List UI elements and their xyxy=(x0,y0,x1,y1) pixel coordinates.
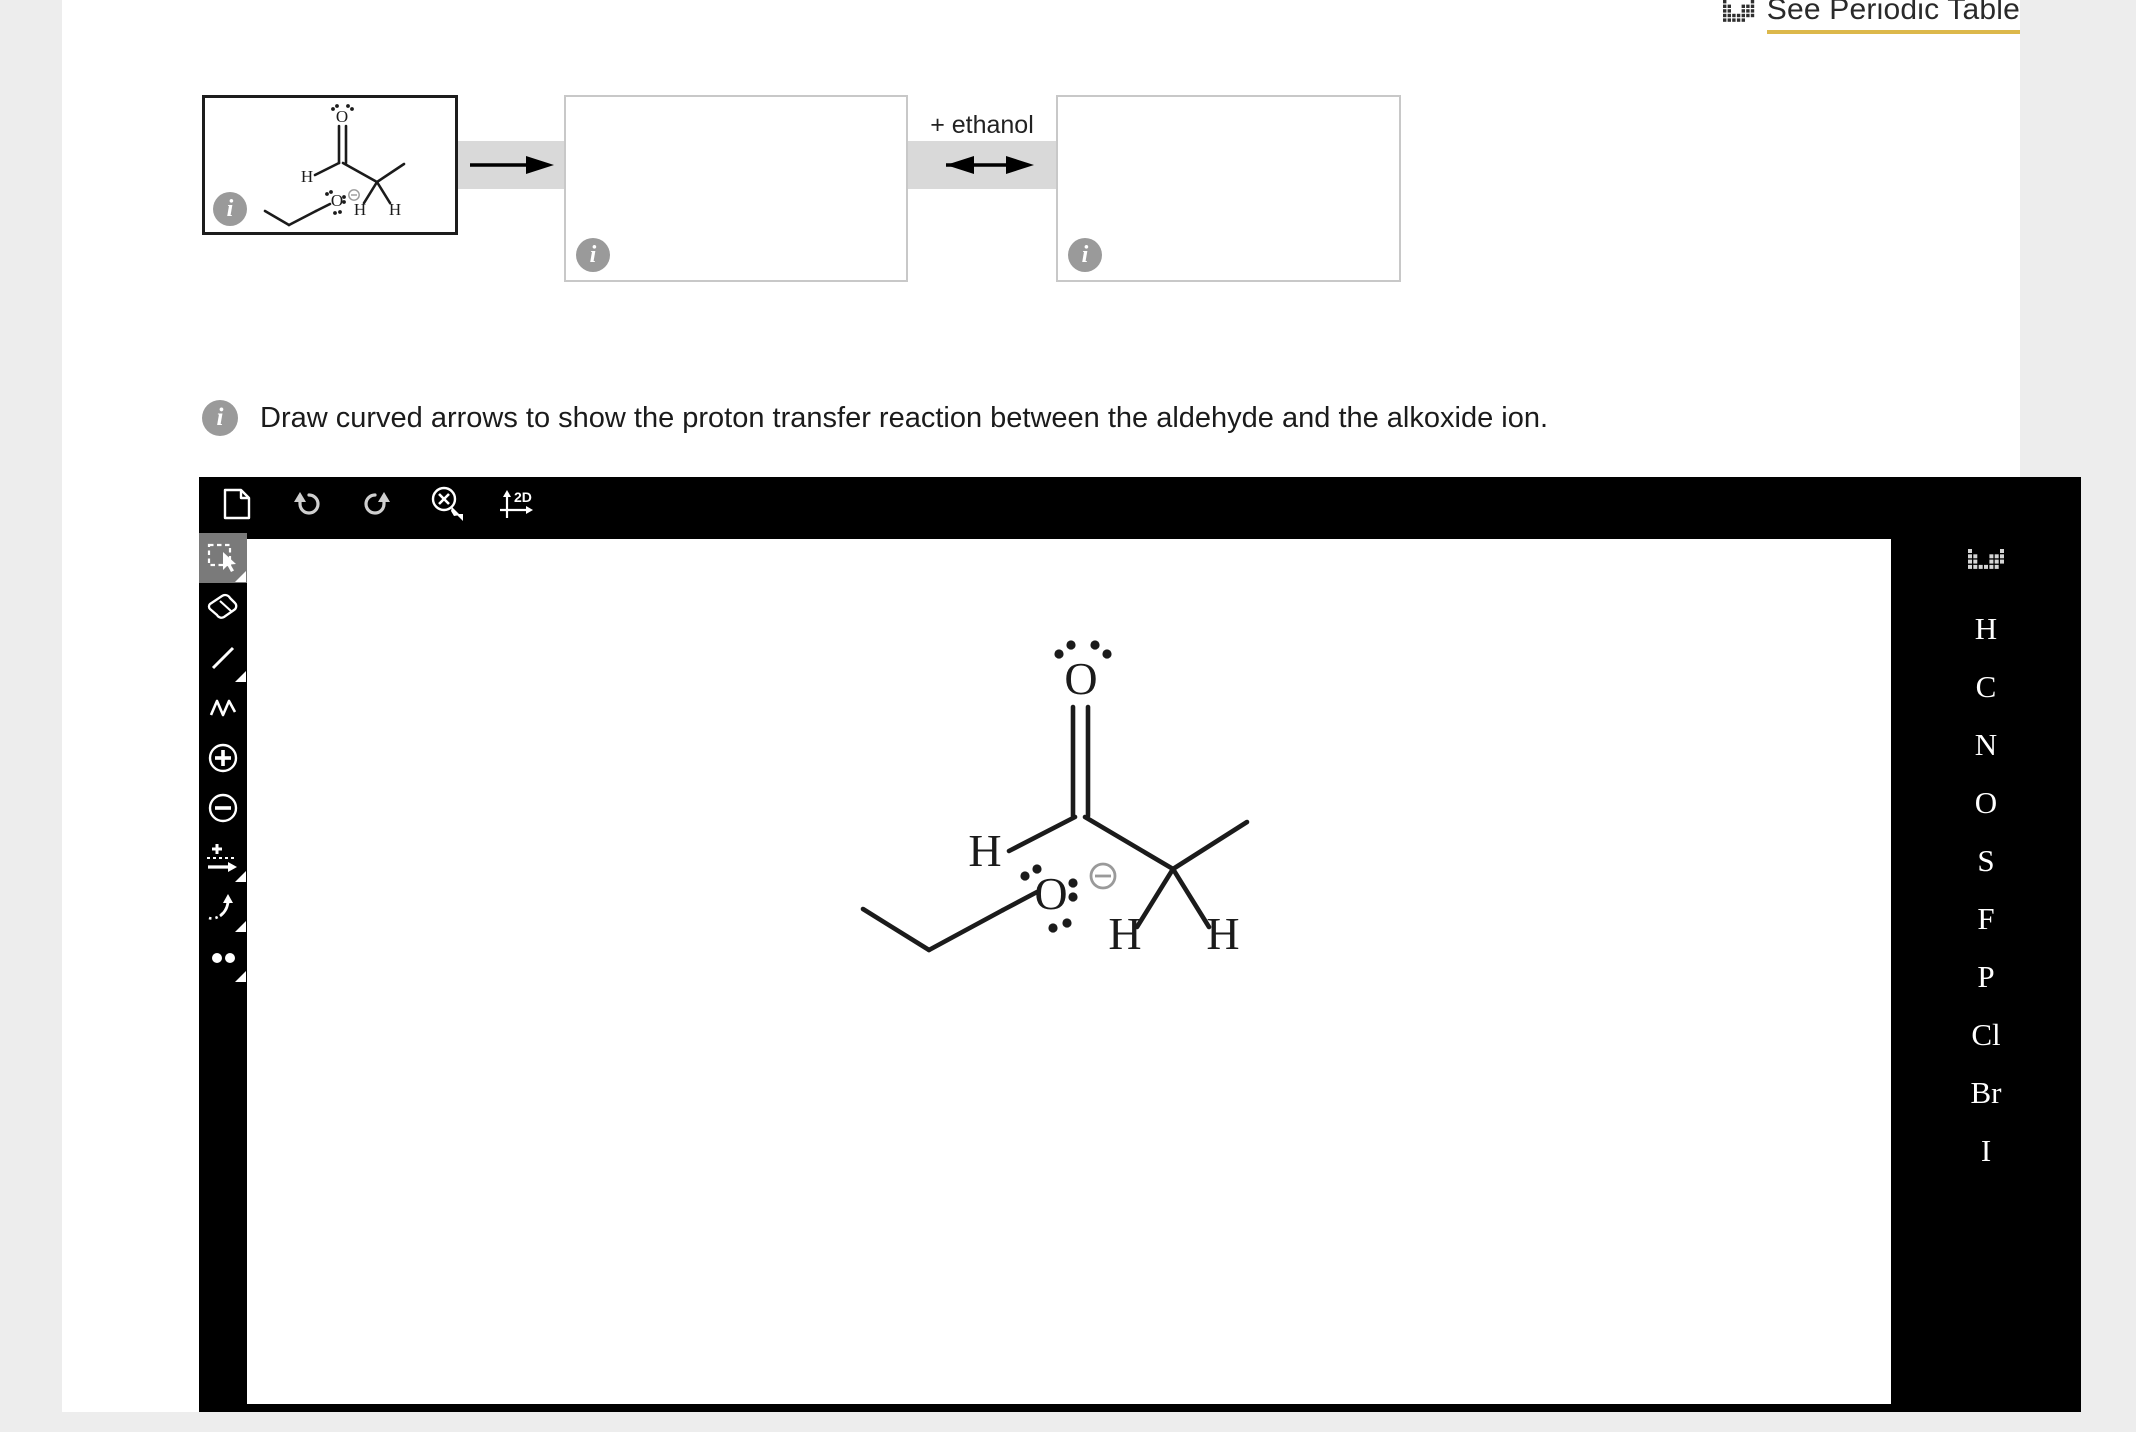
forward-arrow-icon xyxy=(470,156,554,174)
molecule-drawing-editor: 2D O H H H O H C N O S F P Cl Br I xyxy=(199,477,2081,1412)
lone-pair-tool[interactable] xyxy=(199,933,247,983)
single-bond-icon xyxy=(211,646,235,670)
plus-reaction-arrow-icon xyxy=(207,844,237,872)
reaction-scheme: O H H H O i i + ethanol i xyxy=(202,95,1502,282)
equilibrium-double-arrow-icon xyxy=(946,156,1034,174)
svg-text:H: H xyxy=(354,200,366,219)
element-palette: H C N O S F P Cl Br I xyxy=(1891,531,2081,1412)
product-box-1[interactable]: i xyxy=(564,95,908,282)
product-box-2[interactable]: i xyxy=(1056,95,1401,282)
curved-arrow-tool[interactable] xyxy=(199,883,247,933)
redo-button[interactable] xyxy=(355,483,399,525)
eraser-tool[interactable] xyxy=(199,583,247,633)
reaction-arrow-tool[interactable] xyxy=(199,833,247,883)
element-button-h[interactable]: H xyxy=(1891,600,2081,658)
element-button-c[interactable]: C xyxy=(1891,658,2081,716)
svg-text:O: O xyxy=(1064,653,1097,704)
select-tool[interactable] xyxy=(199,533,247,583)
element-button-cl[interactable]: Cl xyxy=(1891,1006,2081,1064)
plus-circle-icon xyxy=(208,743,238,773)
reactant-box[interactable]: O H H H O i xyxy=(202,95,458,235)
element-button-p[interactable]: P xyxy=(1891,948,2081,1006)
svg-text:H: H xyxy=(968,825,1001,876)
axes-2d-icon: 2D xyxy=(500,489,533,518)
editor-top-toolbar: 2D xyxy=(199,477,2081,531)
svg-text:H: H xyxy=(1108,908,1141,959)
reaction-arrow-2 xyxy=(908,141,1056,189)
undo-button[interactable] xyxy=(285,483,329,525)
palette-periodic-table-grid-icon[interactable] xyxy=(1968,549,2004,578)
curved-arrow-icon xyxy=(208,894,233,920)
element-button-n[interactable]: N xyxy=(1891,716,2081,774)
new-document-button[interactable] xyxy=(215,483,259,525)
select-tool-submenu-indicator[interactable] xyxy=(235,571,246,582)
product-1-info-icon[interactable]: i xyxy=(576,238,610,272)
minus-circle-icon xyxy=(208,793,238,823)
editor-left-toolbar xyxy=(199,531,247,1412)
svg-text:H: H xyxy=(301,167,313,186)
lone-pair-dots-icon xyxy=(212,953,235,963)
product-2-info-icon[interactable]: i xyxy=(1068,238,1102,272)
element-button-i[interactable]: I xyxy=(1891,1122,2081,1180)
lone-pair-submenu-indicator[interactable] xyxy=(235,971,246,982)
undo-arrow-icon xyxy=(294,492,320,515)
curved-arrow-submenu-indicator[interactable] xyxy=(235,921,246,932)
see-periodic-table-label: See Periodic Table xyxy=(1766,0,2020,34)
see-periodic-table-link[interactable]: See Periodic Table xyxy=(1722,0,2020,34)
redo-arrow-icon xyxy=(364,492,390,515)
svg-text:O: O xyxy=(1034,868,1067,919)
document-icon xyxy=(223,488,251,520)
element-button-o[interactable]: O xyxy=(1891,774,2081,832)
increase-charge-tool[interactable] xyxy=(199,733,247,783)
reactant-info-icon[interactable]: i xyxy=(213,192,247,226)
svg-text:O: O xyxy=(331,191,343,210)
chain-tool[interactable] xyxy=(199,683,247,733)
svg-text:O: O xyxy=(336,107,348,126)
single-bond-tool[interactable] xyxy=(199,633,247,683)
svg-text:H: H xyxy=(389,200,401,219)
element-button-s[interactable]: S xyxy=(1891,832,2081,890)
instruction-text: Draw curved arrows to show the proton tr… xyxy=(260,401,1549,434)
toggle-2d-button[interactable]: 2D xyxy=(495,483,539,525)
element-button-f[interactable]: F xyxy=(1891,890,2081,948)
single-bond-submenu-indicator[interactable] xyxy=(235,671,246,682)
canvas-molecule-svg: O H H H O xyxy=(860,640,1250,959)
content-column: See Periodic Table O H H H O i i + ethan… xyxy=(62,0,2081,1412)
eraser-icon xyxy=(207,593,238,619)
chain-zigzag-icon xyxy=(209,699,237,717)
erase-cursor-icon xyxy=(431,486,463,521)
instruction-row: i Draw curved arrows to show the proton … xyxy=(202,400,1548,436)
reaction-arrow-1 xyxy=(458,141,564,189)
instruction-info-icon[interactable]: i xyxy=(202,400,238,436)
drawing-canvas[interactable]: O H H H O xyxy=(247,539,1891,1404)
periodic-table-grid-icon xyxy=(1722,0,1755,27)
reaction-arrow-submenu-indicator[interactable] xyxy=(235,871,246,882)
select-marquee-cursor-icon xyxy=(207,543,236,572)
decrease-charge-tool[interactable] xyxy=(199,783,247,833)
svg-text:H: H xyxy=(1206,908,1239,959)
page-root: See Periodic Table O H H H O i i + ethan… xyxy=(0,0,2136,1432)
element-button-br[interactable]: Br xyxy=(1891,1064,2081,1122)
svg-text:2D: 2D xyxy=(514,489,532,505)
erase-button[interactable] xyxy=(425,483,469,525)
arrow-2-label: + ethanol xyxy=(930,111,1034,139)
